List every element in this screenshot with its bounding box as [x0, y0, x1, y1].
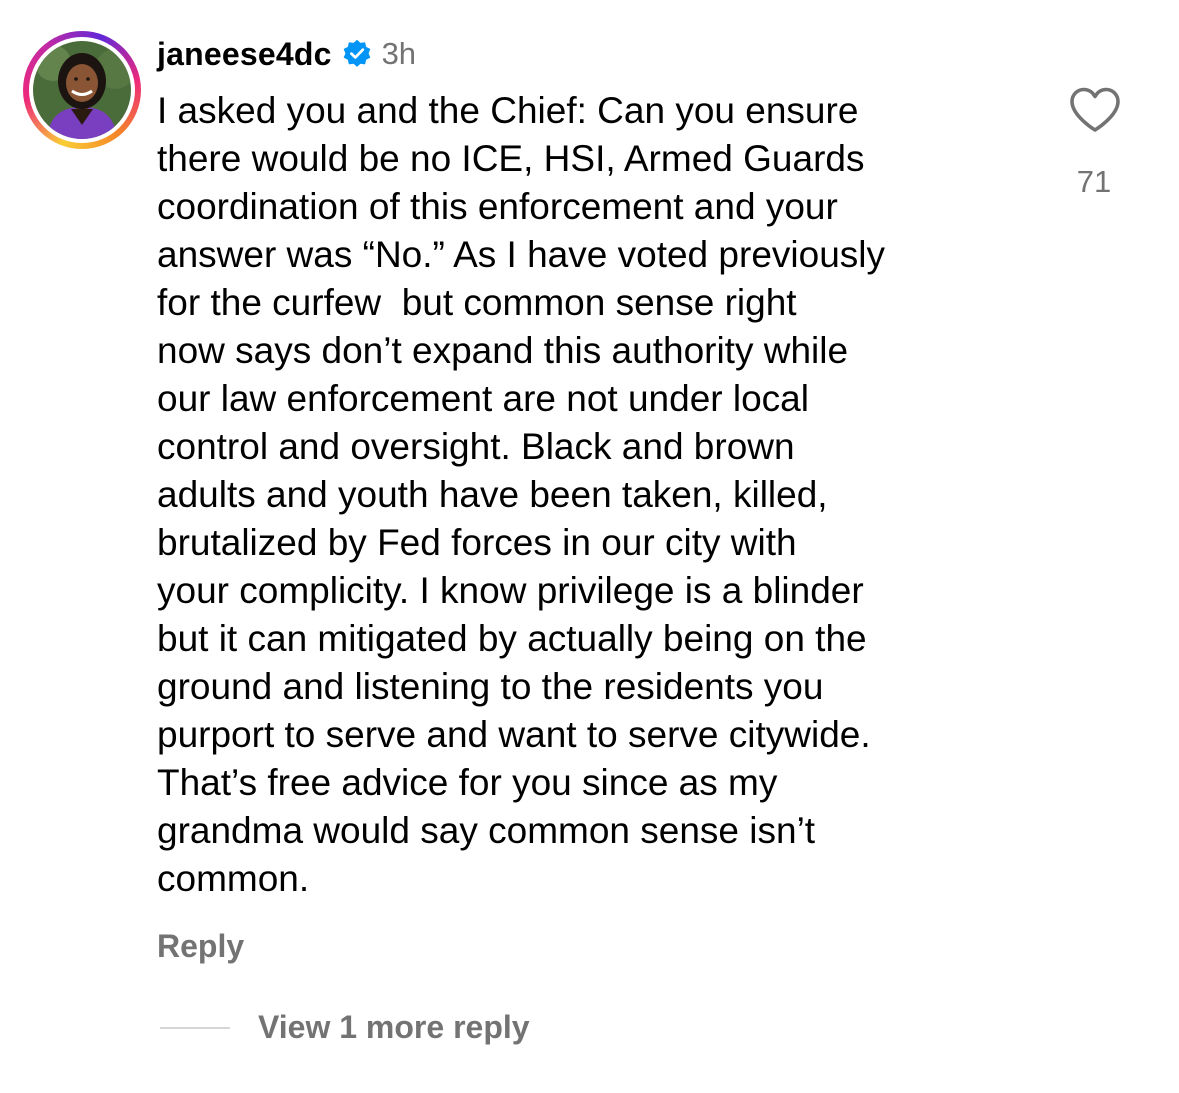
- reply-button[interactable]: Reply: [157, 928, 244, 965]
- comment-line: I asked you and the Chief: Can you ensur…: [157, 90, 859, 131]
- comment-line: coordination of this enforcement and you…: [157, 186, 838, 227]
- comment-line: grandma would say common sense isn’t: [157, 810, 816, 851]
- comment-text: I asked you and the Chief: Can you ensur…: [157, 87, 1037, 903]
- avatar-ring-gap: [29, 37, 135, 143]
- comment-line: now says don’t expand this authority whi…: [157, 330, 849, 371]
- comment-line: answer was “No.” As I have voted previou…: [157, 234, 885, 275]
- heart-outline-icon[interactable]: [1068, 86, 1122, 134]
- comment-line: brutalized by Fed forces in our city wit…: [157, 522, 797, 563]
- view-more-replies-label[interactable]: View 1 more reply: [258, 1009, 530, 1046]
- comment-line: ground and listening to the residents yo…: [157, 666, 824, 707]
- comment-line: common.: [157, 858, 310, 899]
- timestamp: 3h: [381, 36, 417, 71]
- username[interactable]: janeese4dc: [157, 36, 332, 73]
- comment-line: for the curfew but common sense right: [157, 282, 797, 323]
- comment-line: there would be no ICE, HSI, Armed Guards: [157, 138, 865, 179]
- view-more-replies[interactable]: View 1 more reply: [160, 1009, 530, 1046]
- like-count: 71: [1076, 164, 1112, 199]
- avatar[interactable]: [33, 41, 131, 139]
- comment-line: control and oversight. Black and brown: [157, 426, 795, 467]
- comment-line: That’s free advice for you since as my: [157, 762, 778, 803]
- comment-header: janeese4dc 3h: [157, 32, 416, 76]
- comment-line: your complicity. I know privilege is a b…: [157, 570, 864, 611]
- comment-line: purport to serve and want to serve cityw…: [157, 714, 871, 755]
- comment-line: adults and youth have been taken, killed…: [157, 474, 828, 515]
- comment-line: but it can mitigated by actually being o…: [157, 618, 867, 659]
- replies-divider: [160, 1026, 230, 1029]
- verified-badge-icon: [343, 39, 370, 67]
- comment-line: our law enforcement are not under local: [157, 378, 809, 419]
- avatar-story-ring[interactable]: [23, 31, 141, 149]
